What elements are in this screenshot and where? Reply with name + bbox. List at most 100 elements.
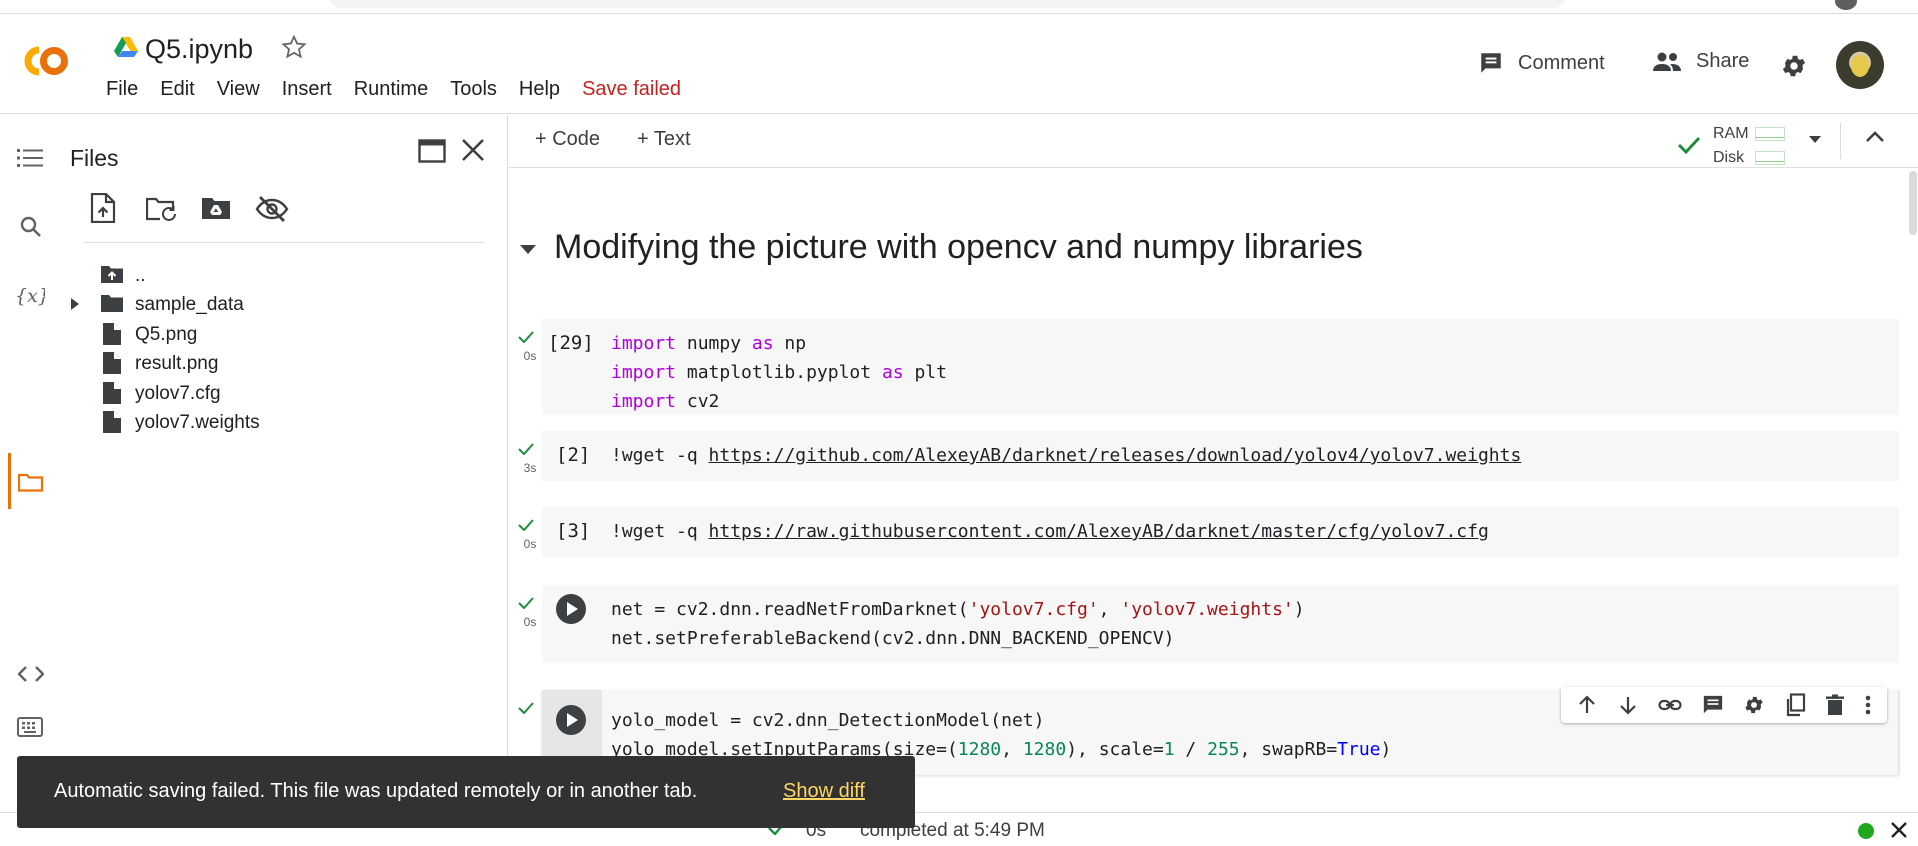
tree-item-label: yolov7.cfg xyxy=(135,383,221,404)
notebook-area: + Code + Text RAM Disk Modifying the pic… xyxy=(509,115,1918,846)
code-editor[interactable]: !wget -q https://github.com/AlexeyAB/dar… xyxy=(611,441,1521,470)
tree-item-sample-data[interactable]: sample_data xyxy=(60,289,508,319)
move-down-icon[interactable] xyxy=(1617,694,1639,716)
tree-item-file[interactable]: yolov7.weights xyxy=(60,407,508,437)
cell-toolbar xyxy=(1561,687,1887,723)
cell-exec-time: 3s xyxy=(523,461,537,475)
files-folder-icon[interactable] xyxy=(18,472,44,492)
code-editor[interactable]: net = cv2.dnn.readNetFromDarknet('yolov7… xyxy=(611,595,1305,653)
open-in-tab-icon[interactable] xyxy=(418,139,446,163)
search-icon[interactable] xyxy=(19,215,43,239)
expand-caret-icon[interactable] xyxy=(70,297,80,311)
code-cell[interactable]: 0s [29] import numpy as np import matplo… xyxy=(518,319,1899,416)
menu-insert[interactable]: Insert xyxy=(282,78,332,101)
upload-file-icon[interactable] xyxy=(90,193,116,223)
menu-edit[interactable]: Edit xyxy=(160,78,194,101)
cfg-url-link[interactable]: https://raw.githubusercontent.com/Alexey… xyxy=(709,521,1489,542)
user-avatar[interactable] xyxy=(1836,41,1884,89)
success-check-icon xyxy=(518,443,542,455)
menu-tools[interactable]: Tools xyxy=(450,78,497,101)
address-bar[interactable] xyxy=(330,0,1565,8)
close-icon[interactable] xyxy=(1890,821,1908,839)
show-diff-link[interactable]: Show diff xyxy=(783,780,865,803)
tree-item-label: sample_data xyxy=(135,294,244,315)
connected-check-icon xyxy=(1677,135,1701,155)
cell-exec-time: 0s xyxy=(523,349,537,363)
browser-profile-avatar[interactable] xyxy=(1835,0,1857,10)
disk-label: Disk xyxy=(1713,149,1745,166)
cell-settings-gear-icon[interactable] xyxy=(1743,694,1765,716)
variables-icon[interactable]: {x} xyxy=(15,283,45,309)
weights-url-link[interactable]: https://github.com/AlexeyAB/darknet/rele… xyxy=(709,445,1522,466)
share-button[interactable]: Share xyxy=(1652,50,1749,73)
menu-runtime[interactable]: Runtime xyxy=(354,78,428,101)
tree-item-file[interactable]: Q5.png xyxy=(60,319,508,349)
tree-item-label: .. xyxy=(135,265,146,286)
browser-chrome-strip xyxy=(0,0,1918,14)
comment-icon[interactable] xyxy=(1701,694,1725,716)
code-snippets-icon[interactable] xyxy=(18,665,44,683)
tree-item-parent[interactable]: .. xyxy=(60,260,508,290)
files-panel: Files .. sample_data Q5.png result.png y… xyxy=(60,115,508,846)
chevron-down-icon[interactable] xyxy=(1808,135,1822,145)
ram-usage-bar xyxy=(1755,127,1785,141)
move-up-icon[interactable] xyxy=(1576,694,1598,716)
cell-exec-time: 0s xyxy=(523,615,537,629)
run-cell-button[interactable] xyxy=(556,705,586,735)
section-collapse-caret-icon[interactable] xyxy=(519,243,537,255)
google-drive-icon xyxy=(114,36,138,58)
tree-item-file[interactable]: yolov7.cfg xyxy=(60,378,508,408)
execution-count: [29] xyxy=(548,332,594,354)
chevron-up-icon[interactable] xyxy=(1865,130,1885,144)
settings-gear-icon[interactable] xyxy=(1780,52,1808,80)
left-icon-rail: {x} xyxy=(0,115,60,846)
tree-item-label: result.png xyxy=(135,353,219,374)
toolbar-divider xyxy=(84,242,484,243)
code-cell[interactable]: 3s [2] !wget -q https://github.com/Alexe… xyxy=(518,431,1899,481)
table-of-contents-icon[interactable] xyxy=(17,147,43,169)
people-icon xyxy=(1652,51,1682,73)
files-panel-title: Files xyxy=(70,145,119,171)
toolbar-separator xyxy=(1840,123,1841,159)
notebook-toolbar: + Code + Text RAM Disk xyxy=(509,115,1918,168)
menu-help[interactable]: Help xyxy=(519,78,560,101)
menu-view[interactable]: View xyxy=(217,78,260,101)
vertical-scrollbar-thumb[interactable] xyxy=(1909,171,1917,235)
save-failed-status[interactable]: Save failed xyxy=(582,78,681,101)
file-icon xyxy=(103,382,121,404)
tree-item-label: yolov7.weights xyxy=(135,412,260,433)
menu-file[interactable]: File xyxy=(106,78,138,101)
folder-icon xyxy=(100,293,124,313)
colab-logo-icon[interactable] xyxy=(20,44,70,78)
comment-button[interactable]: Comment xyxy=(1478,50,1605,76)
menu-bar: File Edit View Insert Runtime Tools Help… xyxy=(106,78,703,101)
star-icon[interactable] xyxy=(281,34,307,60)
success-check-icon xyxy=(518,519,542,531)
tree-item-file[interactable]: result.png xyxy=(60,348,508,378)
add-code-button[interactable]: + Code xyxy=(535,128,600,151)
add-text-button[interactable]: + Text xyxy=(637,128,691,151)
folder-up-icon xyxy=(100,264,124,284)
code-editor[interactable]: !wget -q https://raw.githubusercontent.c… xyxy=(611,517,1489,546)
section-heading: Modifying the picture with opencv and nu… xyxy=(554,228,1363,266)
code-cell[interactable]: 0s net = cv2.dnn.readNetFromDarknet('yol… xyxy=(518,585,1899,663)
file-icon xyxy=(103,411,121,433)
ram-label: RAM xyxy=(1713,125,1749,142)
run-cell-button[interactable] xyxy=(556,594,586,624)
code-editor[interactable]: import numpy as np import matplotlib.pyp… xyxy=(611,329,947,416)
notebook-title[interactable]: Q5.ipynb xyxy=(145,34,253,65)
mount-drive-icon[interactable] xyxy=(201,196,231,220)
close-icon[interactable] xyxy=(460,137,486,163)
link-icon[interactable] xyxy=(1658,694,1682,716)
more-vert-icon[interactable] xyxy=(1864,694,1872,716)
hide-files-eye-off-icon[interactable] xyxy=(255,195,289,223)
success-check-icon xyxy=(518,331,542,343)
mirror-cell-icon[interactable] xyxy=(1784,693,1806,717)
code-cell[interactable]: 0s [3] !wget -q https://raw.githubuserco… xyxy=(518,507,1899,557)
refresh-folder-icon[interactable] xyxy=(146,196,178,222)
share-label: Share xyxy=(1696,50,1750,72)
execution-count: [2] xyxy=(556,444,591,466)
command-palette-icon[interactable] xyxy=(17,717,43,737)
delete-trash-icon[interactable] xyxy=(1825,694,1845,716)
comment-label: Comment xyxy=(1518,51,1605,74)
